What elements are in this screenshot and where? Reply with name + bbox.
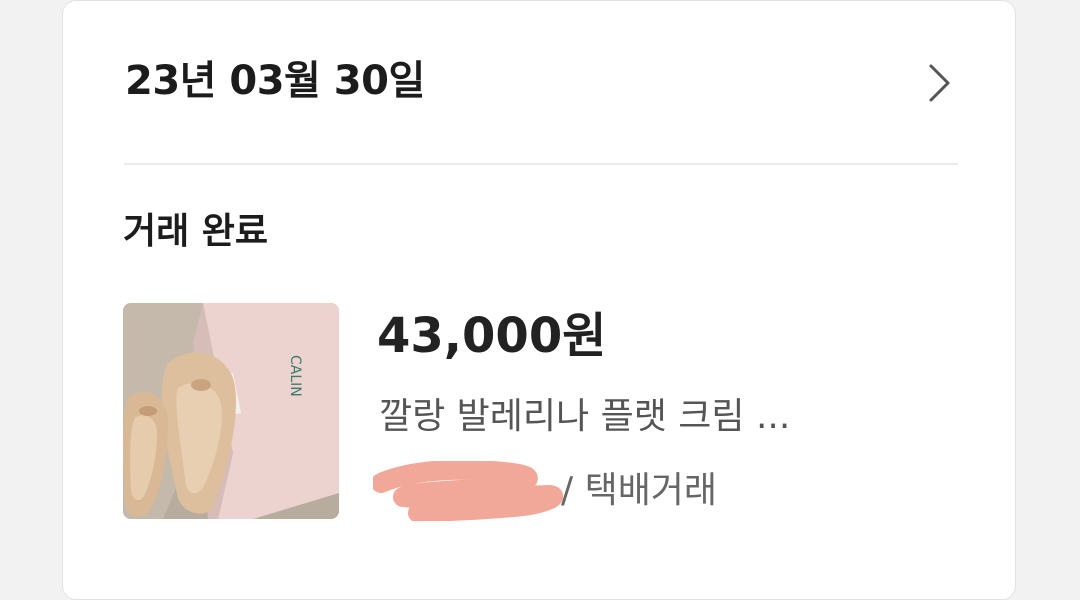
product-thumbnail[interactable]: CALIN [123,303,339,519]
item-title: 깔랑 발레리나 플랫 크림 ... [379,396,791,437]
trade-info: / 택배거래 [373,461,793,521]
chevron-right-icon[interactable] [921,63,957,103]
trade-method: / 택배거래 [561,470,718,511]
box-brand-text: CALIN [287,355,303,397]
transaction-date: 23년 03월 30일 [125,58,425,104]
redaction-scribble [373,461,564,521]
product-image: CALIN [123,303,339,519]
transaction-status: 거래 완료 [123,211,269,252]
price: 43,000원 [377,308,607,364]
divider [124,163,958,165]
transaction-card[interactable]: 23년 03월 30일 거래 완료 CALIN 43,000원 깔랑 발레리나 … [62,0,1016,600]
